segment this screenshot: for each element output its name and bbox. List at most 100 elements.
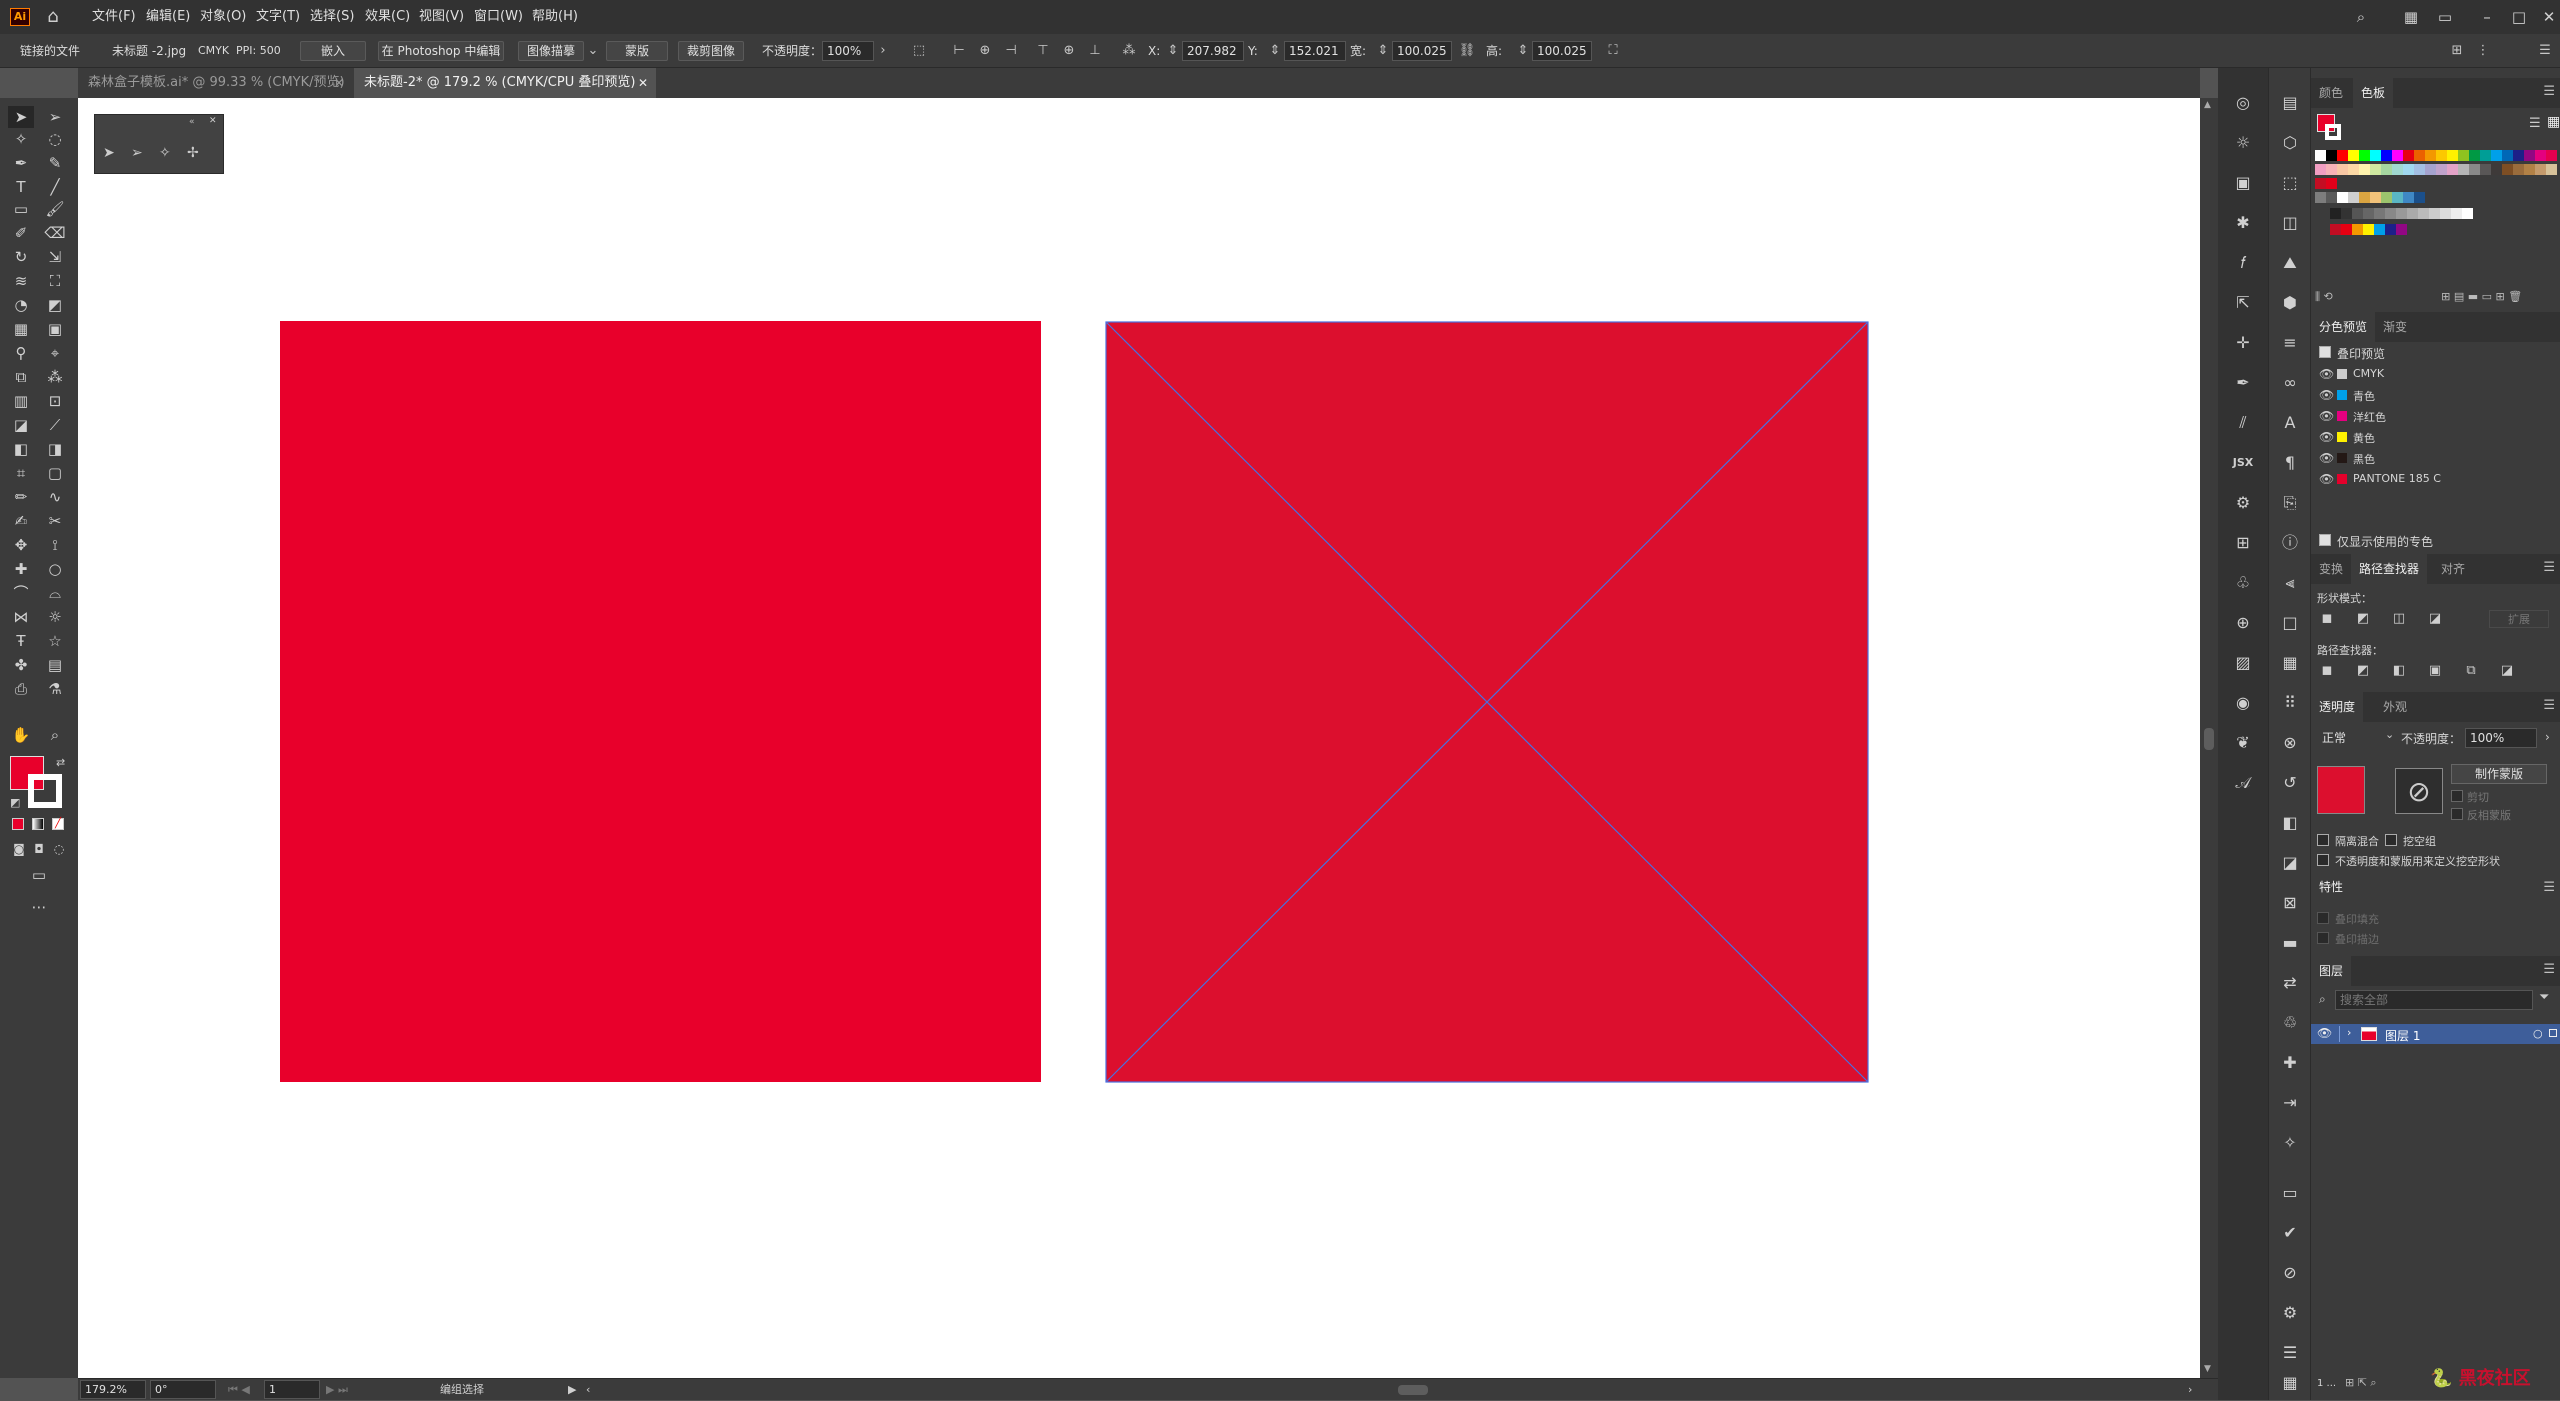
layer-row[interactable]: 👁 › 图层 1 ○ (2311, 1024, 2560, 1044)
tab-layers[interactable]: 图层 (2311, 956, 2352, 986)
info-icon[interactable]: ⓘ (2274, 528, 2306, 558)
scale-tool-icon[interactable]: ⇲ (42, 246, 68, 268)
y-input[interactable]: 152.021 (1284, 41, 1346, 61)
color-swatch[interactable] (2436, 164, 2447, 175)
color-swatch[interactable] (2337, 150, 2348, 161)
rotate-input[interactable]: 0° (150, 1380, 216, 1399)
chart-tool-icon[interactable]: ▤ (42, 654, 68, 676)
width-tool-icon[interactable]: ⟟ (42, 534, 68, 556)
color-swatch[interactable] (2363, 224, 2374, 235)
status-arrow-icon[interactable]: ▶ (568, 1379, 576, 1401)
ink-visibility-icon[interactable]: 👁 (2319, 409, 2334, 423)
align-hcenter-icon[interactable]: ⊕ (976, 42, 994, 60)
color-swatch[interactable] (2491, 150, 2502, 161)
close-tab-icon[interactable]: ✕ (334, 68, 344, 98)
tab-transform[interactable]: 变换 (2311, 554, 2351, 584)
color-swatch[interactable] (2374, 208, 2385, 219)
pen-tool-icon[interactable]: ✒ (8, 152, 34, 174)
opacity-arrow-icon[interactable]: › (874, 42, 892, 60)
gradient-tool-icon[interactable]: ▣ (42, 318, 68, 340)
ink-visibility-icon[interactable]: 👁 (2319, 472, 2334, 486)
comments-icon[interactable]: ▭ (2274, 1178, 2306, 1208)
panel-menu-icon[interactable]: ☰ (2543, 698, 2555, 713)
color-swatch[interactable] (2337, 192, 2348, 203)
color-swatch[interactable] (2546, 164, 2557, 175)
panel-list-icon[interactable]: ☰ (2274, 1338, 2306, 1368)
screen-icon[interactable]: ▦ (2274, 1368, 2306, 1398)
tab-pathfinder[interactable]: 路径查找器 (2351, 554, 2428, 584)
color-swatch[interactable] (2374, 224, 2385, 235)
first-artboard-icon[interactable]: ⏮ ◀ (228, 1379, 250, 1401)
color-swatch[interactable] (2524, 164, 2535, 175)
color-swatch[interactable] (2330, 208, 2341, 219)
linked-file-label[interactable]: 链接的文件 (20, 34, 80, 68)
color-swatch[interactable] (2414, 164, 2425, 175)
slice-tool-icon[interactable]: ◪ (8, 414, 34, 436)
object-thumbnail[interactable] (2317, 766, 2365, 814)
asset-export-icon[interactable]: ⬚ (2274, 168, 2306, 198)
spot-only-checkbox[interactable] (2319, 534, 2331, 546)
swatch-panel-icon[interactable]: □ (2274, 608, 2306, 638)
opacity-arrow-icon[interactable]: › (2545, 730, 2550, 744)
last-artboard-icon[interactable]: ▶ ⏭ (326, 1379, 348, 1401)
color-swatch[interactable] (2370, 150, 2381, 161)
anchor-select-icon[interactable]: ✢ (187, 145, 199, 161)
crop-image-button[interactable]: 裁剪图像 (678, 41, 744, 61)
minus-back-icon[interactable]: ◪ (2495, 660, 2519, 682)
ink-visibility-icon[interactable]: 👁 (2319, 388, 2334, 402)
x-stepper-icon[interactable]: ⇕ (1164, 42, 1182, 60)
puppet-warp-tool-icon[interactable]: ✥ (8, 534, 34, 556)
height-stepper-icon[interactable]: ⇕ (1514, 42, 1532, 60)
ink-row[interactable]: 👁 PANTONE 185 C (2311, 469, 2560, 489)
panel-menu-icon[interactable]: ☰ (2536, 42, 2554, 60)
menu-type[interactable]: 文字(T) (256, 0, 300, 34)
magic-wand-tool-icon[interactable]: ✧ (8, 128, 34, 150)
scissors-tool-icon[interactable]: ✂ (42, 510, 68, 532)
ellipse-tool-icon[interactable]: ○ (42, 558, 68, 580)
variables-icon[interactable]: ⊠ (2274, 888, 2306, 918)
flow-icon[interactable]: ♲ (2274, 1008, 2306, 1038)
arc-tool-icon[interactable]: ⌓ (42, 582, 68, 604)
character-icon[interactable]: A (2274, 408, 2306, 438)
transparency-opacity-input[interactable]: 100% (2465, 728, 2537, 748)
minus-front-icon[interactable]: ◩ (2351, 608, 2375, 630)
actions-icon[interactable]: ⚙ (2227, 488, 2259, 518)
color-swatch[interactable] (2392, 150, 2403, 161)
symbol-tool-icon[interactable]: ✤ (8, 654, 34, 676)
color-swatch[interactable] (2513, 164, 2524, 175)
transparency-dock-icon[interactable]: ◧ (2274, 808, 2306, 838)
color-swatch[interactable] (2315, 150, 2326, 161)
default-fill-stroke-icon[interactable]: ◩ (10, 796, 20, 809)
hscroll-right-icon[interactable]: › (2188, 1379, 2192, 1401)
eyedropper2-tool-icon[interactable]: ⚗ (42, 678, 68, 700)
color-swatch[interactable] (2414, 150, 2425, 161)
align-bottom-icon[interactable]: ⊥ (1086, 42, 1104, 60)
mask-button[interactable]: 蒙版 (606, 41, 668, 61)
color-swatch[interactable] (2462, 208, 2473, 219)
image-trace-button[interactable]: 图像描摹 (518, 41, 584, 61)
color-swatch[interactable] (2348, 150, 2359, 161)
line-tool-icon[interactable]: ╱ (42, 176, 68, 198)
color-swatch[interactable] (2370, 164, 2381, 175)
layers-dock-icon[interactable]: ▤ (2274, 88, 2306, 118)
color-swatch[interactable] (2425, 150, 2436, 161)
properties-icon[interactable]: ☼ (2227, 128, 2259, 158)
symbol-sprayer-tool-icon[interactable]: ⁂ (42, 366, 68, 388)
color-swatch[interactable] (2348, 192, 2359, 203)
ink-row[interactable]: 👁 CMYK (2311, 364, 2560, 384)
curvature-tool-icon[interactable]: ✎ (42, 152, 68, 174)
outline-icon[interactable]: ⧉ (2459, 660, 2483, 682)
color-swatch[interactable] (2392, 164, 2403, 175)
group-selection-icon[interactable]: ✧ (159, 145, 171, 161)
control-menu-icon[interactable]: ⋮ (2474, 42, 2492, 60)
color-swatch[interactable] (2458, 164, 2469, 175)
intersect-icon[interactable]: ◫ (2387, 608, 2411, 630)
color-swatch[interactable] (2319, 224, 2330, 235)
direct-selection-plus-icon[interactable]: ➢ (131, 145, 143, 161)
tab-color[interactable]: 颜色 (2311, 78, 2351, 108)
3d-icon[interactable]: ⬡ (2274, 128, 2306, 158)
smooth-tool-icon[interactable]: ∿ (42, 486, 68, 508)
crop-image-tool-icon[interactable]: ⌗ (8, 462, 34, 484)
tab-align[interactable]: 对齐 (2433, 554, 2473, 584)
paragraph-icon[interactable]: ¶ (2274, 448, 2306, 478)
